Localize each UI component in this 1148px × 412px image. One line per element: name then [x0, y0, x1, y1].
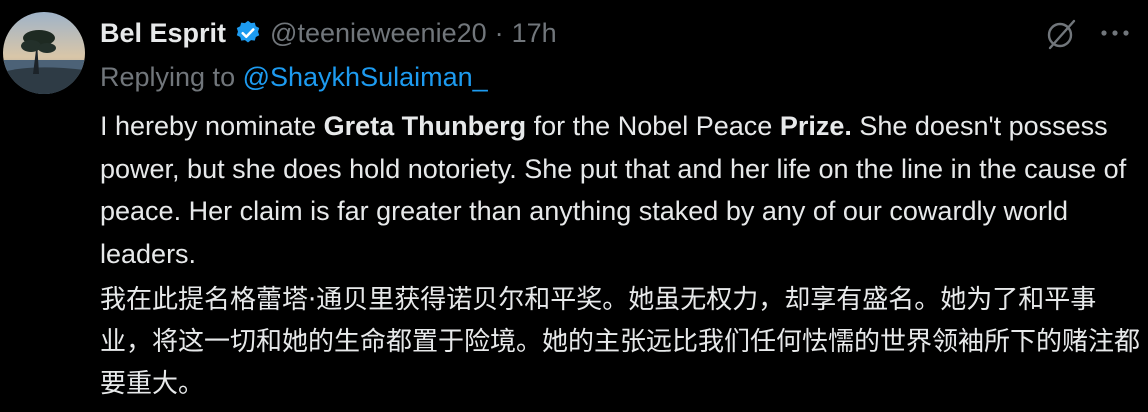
text-segment-bold: Prize.	[779, 111, 852, 141]
tweet: Bel Esprit @teenieweenie20 · 17h Replyin…	[0, 0, 1148, 412]
avatar-image	[3, 12, 85, 94]
tweet-header: Bel Esprit @teenieweenie20 · 17h	[100, 14, 557, 52]
timestamp[interactable]: 17h	[512, 18, 557, 49]
tweet-text-chinese: 我在此提名格蕾塔·通贝里获得诺贝尔和平奖。她虽无权力，却享有盛名。她为了和平事业…	[100, 285, 1141, 399]
author-name[interactable]: Bel Esprit	[100, 18, 226, 49]
text-segment: I hereby nominate	[100, 111, 324, 141]
separator-dot: ·	[494, 17, 504, 48]
reply-prefix: Replying to	[100, 62, 236, 92]
reply-context: Replying to @ShaykhSulaiman_	[100, 62, 488, 93]
avatar[interactable]	[3, 12, 85, 94]
author-handle[interactable]: @teenieweenie20	[270, 18, 487, 49]
more-options-icon[interactable]	[1098, 18, 1132, 48]
text-segment-bold: Greta Thunberg	[323, 111, 527, 141]
text-segment: for the Nobel Peace	[526, 111, 780, 141]
verified-badge-icon	[234, 19, 262, 47]
tweet-text-english: I hereby nominate Greta Thunberg for the…	[100, 105, 1140, 275]
reply-mention-link[interactable]: @ShaykhSulaiman_	[243, 62, 488, 92]
grok-icon[interactable]	[1043, 16, 1079, 52]
